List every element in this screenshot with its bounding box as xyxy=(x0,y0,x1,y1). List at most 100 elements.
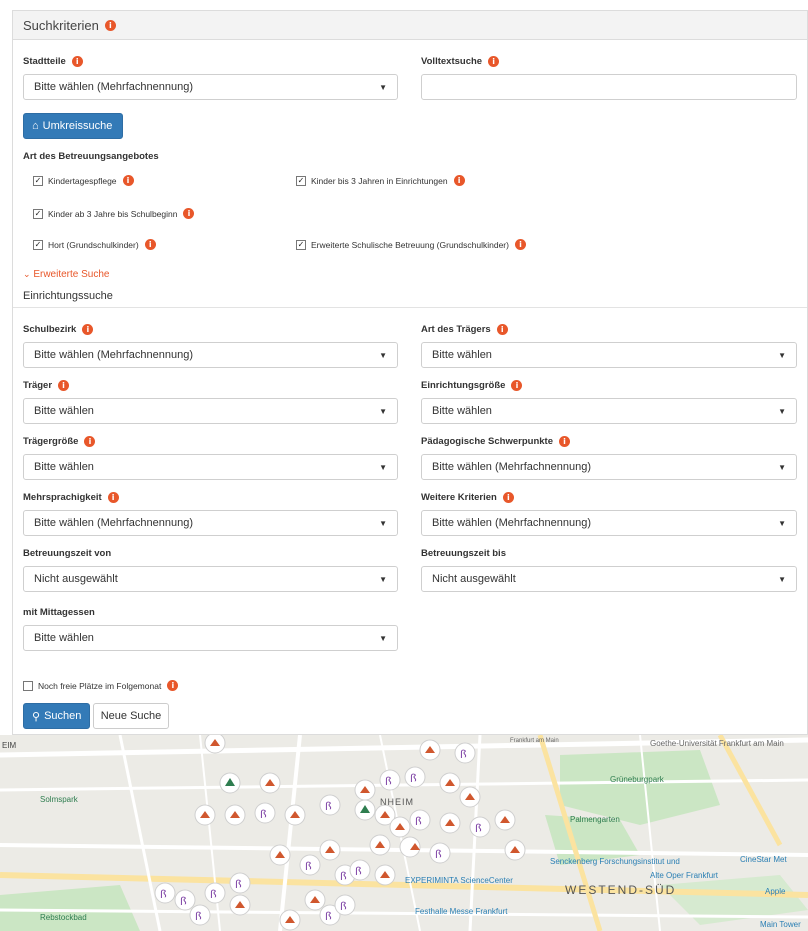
panel-title: Suchkriterien xyxy=(23,17,99,33)
checkbox-kinder-bis-3[interactable]: ✓ Kinder bis 3 Jahren in Einrichtungen i xyxy=(296,175,465,186)
chevron-down-icon: ▼ xyxy=(778,406,786,416)
map-label-solmspark: Solmspark xyxy=(40,795,78,804)
map-label-goethe-uni: Goethe-Universität Frankfurt am Main xyxy=(650,739,784,748)
info-icon[interactable]: i xyxy=(167,680,179,691)
checkbox-label: Kinder ab 3 Jahre bis Schulbeginn xyxy=(48,208,178,219)
map-label-eim: EIM xyxy=(2,741,17,750)
info-icon[interactable]: i xyxy=(558,436,570,447)
info-icon[interactable]: i xyxy=(511,380,523,391)
map-label-apple: Apple xyxy=(765,887,786,896)
art-heading: Art des Betreuungsangebotes xyxy=(23,151,159,162)
info-icon[interactable]: i xyxy=(183,208,195,219)
weitere-value: Bitte wählen (Mehrfachnennung) xyxy=(432,517,591,529)
chevron-down-icon: ▼ xyxy=(778,574,786,584)
checkbox-kindertagespflege[interactable]: ✓ Kindertagespflege i xyxy=(33,175,134,186)
art-traeger-value: Bitte wählen xyxy=(432,349,492,361)
svg-text:ꟗ: ꟗ xyxy=(475,822,482,835)
svg-text:ꟗ: ꟗ xyxy=(340,900,347,913)
info-icon[interactable]: i xyxy=(107,492,119,503)
info-icon[interactable]: i xyxy=(514,239,526,250)
stadtteile-select[interactable]: Bitte wählen (Mehrfachnennung) ▼ xyxy=(23,74,398,100)
umkreissuche-button[interactable]: ⌂ Umkreissuche xyxy=(23,113,123,139)
info-icon[interactable]: i xyxy=(104,19,116,31)
traeger-select[interactable]: Bitte wählen ▼ xyxy=(23,398,398,424)
checkbox-erweiterte-schulische[interactable]: ✓ Erweiterte Schulische Betreuung (Grund… xyxy=(296,239,526,250)
chevron-down-icon: ▼ xyxy=(379,518,387,528)
chevron-down-icon: ▼ xyxy=(778,350,786,360)
checkbox-icon[interactable] xyxy=(23,680,33,691)
paedagogisch-label: Pädagogische Schwerpunkte i xyxy=(421,436,570,447)
map-label-cinestar: CineStar Met xyxy=(740,855,787,864)
stadtteile-label: Stadtteile i xyxy=(23,56,83,67)
traegergroesse-value: Bitte wählen xyxy=(34,461,94,473)
info-icon[interactable]: i xyxy=(144,239,156,250)
home-icon: ⌂ xyxy=(32,120,39,132)
svg-text:ꟗ: ꟗ xyxy=(305,860,312,873)
svg-text:ꟗ: ꟗ xyxy=(415,815,422,828)
map-label-main-tower: Main Tower xyxy=(760,920,801,929)
search-criteria-panel: Suchkriterien i Stadtteile i Bitte wählen… xyxy=(12,10,808,735)
info-icon[interactable]: i xyxy=(488,56,500,67)
mehrsprachigkeit-value: Bitte wählen (Mehrfachnennung) xyxy=(34,517,193,529)
neue-suche-button[interactable]: Neue Suche xyxy=(93,703,169,729)
checkbox-icon[interactable]: ✓ xyxy=(33,239,43,250)
map-label-senckenberg: Senckenberg Forschungsinstitut und xyxy=(550,857,680,866)
weitere-select[interactable]: Bitte wählen (Mehrfachnennung) ▼ xyxy=(421,510,797,536)
checkbox-freie-plaetze[interactable]: Noch freie Plätze im Folgemonat i xyxy=(23,680,179,691)
map-label-rebstockbad: Rebstockbad xyxy=(40,913,87,922)
mehrsprachigkeit-select[interactable]: Bitte wählen (Mehrfachnennung) ▼ xyxy=(23,510,398,536)
erweiterte-suche-label: Erweiterte Suche xyxy=(33,269,110,280)
suchen-button[interactable]: ⚲ Suchen xyxy=(23,703,90,729)
checkbox-icon[interactable]: ✓ xyxy=(33,208,43,219)
svg-text:ꟗ: ꟗ xyxy=(325,800,332,813)
erweiterte-suche-link[interactable]: ⌄ Erweiterte Suche xyxy=(23,269,109,280)
checkbox-icon[interactable]: ✓ xyxy=(296,175,306,186)
volltext-label: Volltextsuche i xyxy=(421,56,500,67)
map-label-palmengarten: Palmengarten xyxy=(570,815,620,824)
chevron-down-icon: ▼ xyxy=(379,350,387,360)
mittagessen-select[interactable]: Bitte wählen ▼ xyxy=(23,625,398,651)
svg-text:ꟗ: ꟗ xyxy=(325,910,332,923)
checkbox-label: Erweiterte Schulische Betreuung (Grundsc… xyxy=(311,239,509,250)
info-icon[interactable]: i xyxy=(84,436,96,447)
einrichtungsgroesse-label: Einrichtungsgröße i xyxy=(421,380,523,391)
checkbox-label: Kindertagespflege xyxy=(48,175,117,186)
chevron-down-icon: ▼ xyxy=(778,518,786,528)
info-icon[interactable]: i xyxy=(453,175,465,186)
zeit-bis-select[interactable]: Nicht ausgewählt ▼ xyxy=(421,566,797,592)
schulbezirk-select[interactable]: Bitte wählen (Mehrfachnennung) ▼ xyxy=(23,342,398,368)
einrichtungssuche-heading: Einrichtungssuche xyxy=(23,290,113,302)
art-traeger-select[interactable]: Bitte wählen ▼ xyxy=(421,342,797,368)
svg-text:ꟗ: ꟗ xyxy=(160,888,167,901)
info-icon[interactable]: i xyxy=(71,56,83,67)
schulbezirk-value: Bitte wählen (Mehrfachnennung) xyxy=(34,349,193,361)
checkbox-label: Noch freie Plätze im Folgemonat xyxy=(38,680,162,691)
svg-text:ꟗ: ꟗ xyxy=(235,878,242,891)
traegergroesse-select[interactable]: Bitte wählen ▼ xyxy=(23,454,398,480)
info-icon[interactable]: i xyxy=(122,175,134,186)
chevron-down-icon: ▼ xyxy=(379,406,387,416)
chevron-down-icon: ▼ xyxy=(379,82,387,92)
paedagogisch-select[interactable]: Bitte wählen (Mehrfachnennung) ▼ xyxy=(421,454,797,480)
zeit-von-select[interactable]: Nicht ausgewählt ▼ xyxy=(23,566,398,592)
volltext-input[interactable] xyxy=(421,74,797,100)
checkbox-kinder-ab-3[interactable]: ✓ Kinder ab 3 Jahre bis Schulbeginn i xyxy=(33,208,195,219)
info-icon[interactable]: i xyxy=(502,492,514,503)
art-traeger-label: Art des Trägers i xyxy=(421,324,508,335)
checkbox-hort[interactable]: ✓ Hort (Grundschulkinder) i xyxy=(33,239,156,250)
svg-text:ꟗ: ꟗ xyxy=(210,888,217,901)
svg-text:ꟗ: ꟗ xyxy=(195,910,202,923)
map[interactable]: ꟗꟗꟗ ꟗꟗꟗ ꟗꟗꟗ ꟗꟗꟗ ꟗꟗꟗ ꟗꟗꟗ EIM Solmspark Re… xyxy=(0,735,808,931)
checkbox-icon[interactable]: ✓ xyxy=(33,175,43,186)
info-icon[interactable]: i xyxy=(58,380,70,391)
zeit-bis-label: Betreuungszeit bis xyxy=(421,548,506,559)
info-icon[interactable]: i xyxy=(496,324,508,335)
checkbox-icon[interactable]: ✓ xyxy=(296,239,306,250)
chevron-down-icon: ▼ xyxy=(379,462,387,472)
neue-suche-label: Neue Suche xyxy=(100,710,162,722)
traeger-value: Bitte wählen xyxy=(34,405,94,417)
traegergroesse-label: Trägergröße i xyxy=(23,436,96,447)
map-label-nheim: NHEIM xyxy=(380,797,414,807)
info-icon[interactable]: i xyxy=(82,324,94,335)
einrichtungsgroesse-select[interactable]: Bitte wählen ▼ xyxy=(421,398,797,424)
